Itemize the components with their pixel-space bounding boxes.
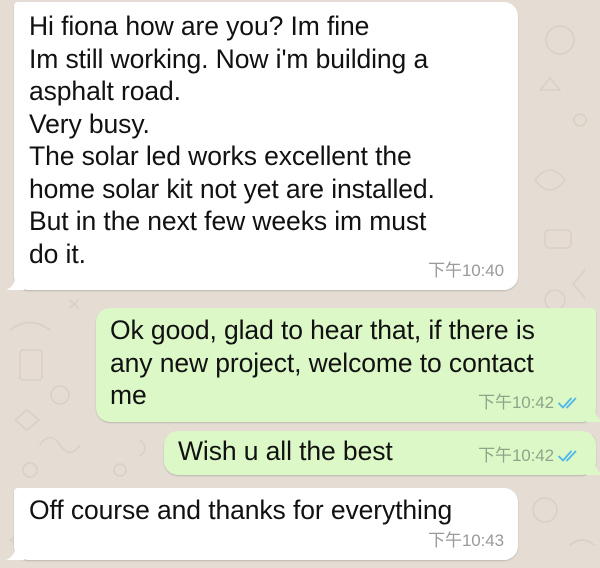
message-text: Hi fiona how are you? Im fine Im still w… (29, 11, 435, 269)
outgoing-message-bubble[interactable]: Wish u all the best 下午10:42 (164, 431, 600, 475)
bubble-tail (6, 272, 24, 290)
message-time: 下午10:42 (478, 446, 554, 465)
incoming-message-bubble[interactable]: Off course and thanks for everything 下午1… (6, 488, 518, 560)
double-check-icon (558, 397, 577, 409)
outgoing-message-bubble[interactable]: Ok good, glad to hear that, if there is … (96, 308, 600, 422)
bubble-tail (6, 542, 24, 560)
bubble-tail (586, 457, 600, 475)
message-meta: 下午10:42 (478, 394, 582, 412)
double-check-icon (558, 450, 577, 462)
message-meta: 下午10:42 (478, 447, 582, 465)
bubble-tail (586, 404, 600, 422)
message-meta: 下午10:43 (428, 532, 504, 550)
incoming-message-bubble[interactable]: Hi fiona how are you? Im fine Im still w… (6, 2, 518, 290)
message-time: 下午10:43 (428, 531, 504, 550)
message-time: 下午10:40 (428, 261, 504, 280)
message-meta: 下午10:40 (428, 262, 504, 280)
message-text: Off course and thanks for everything (29, 495, 453, 525)
message-time: 下午10:42 (478, 393, 554, 412)
